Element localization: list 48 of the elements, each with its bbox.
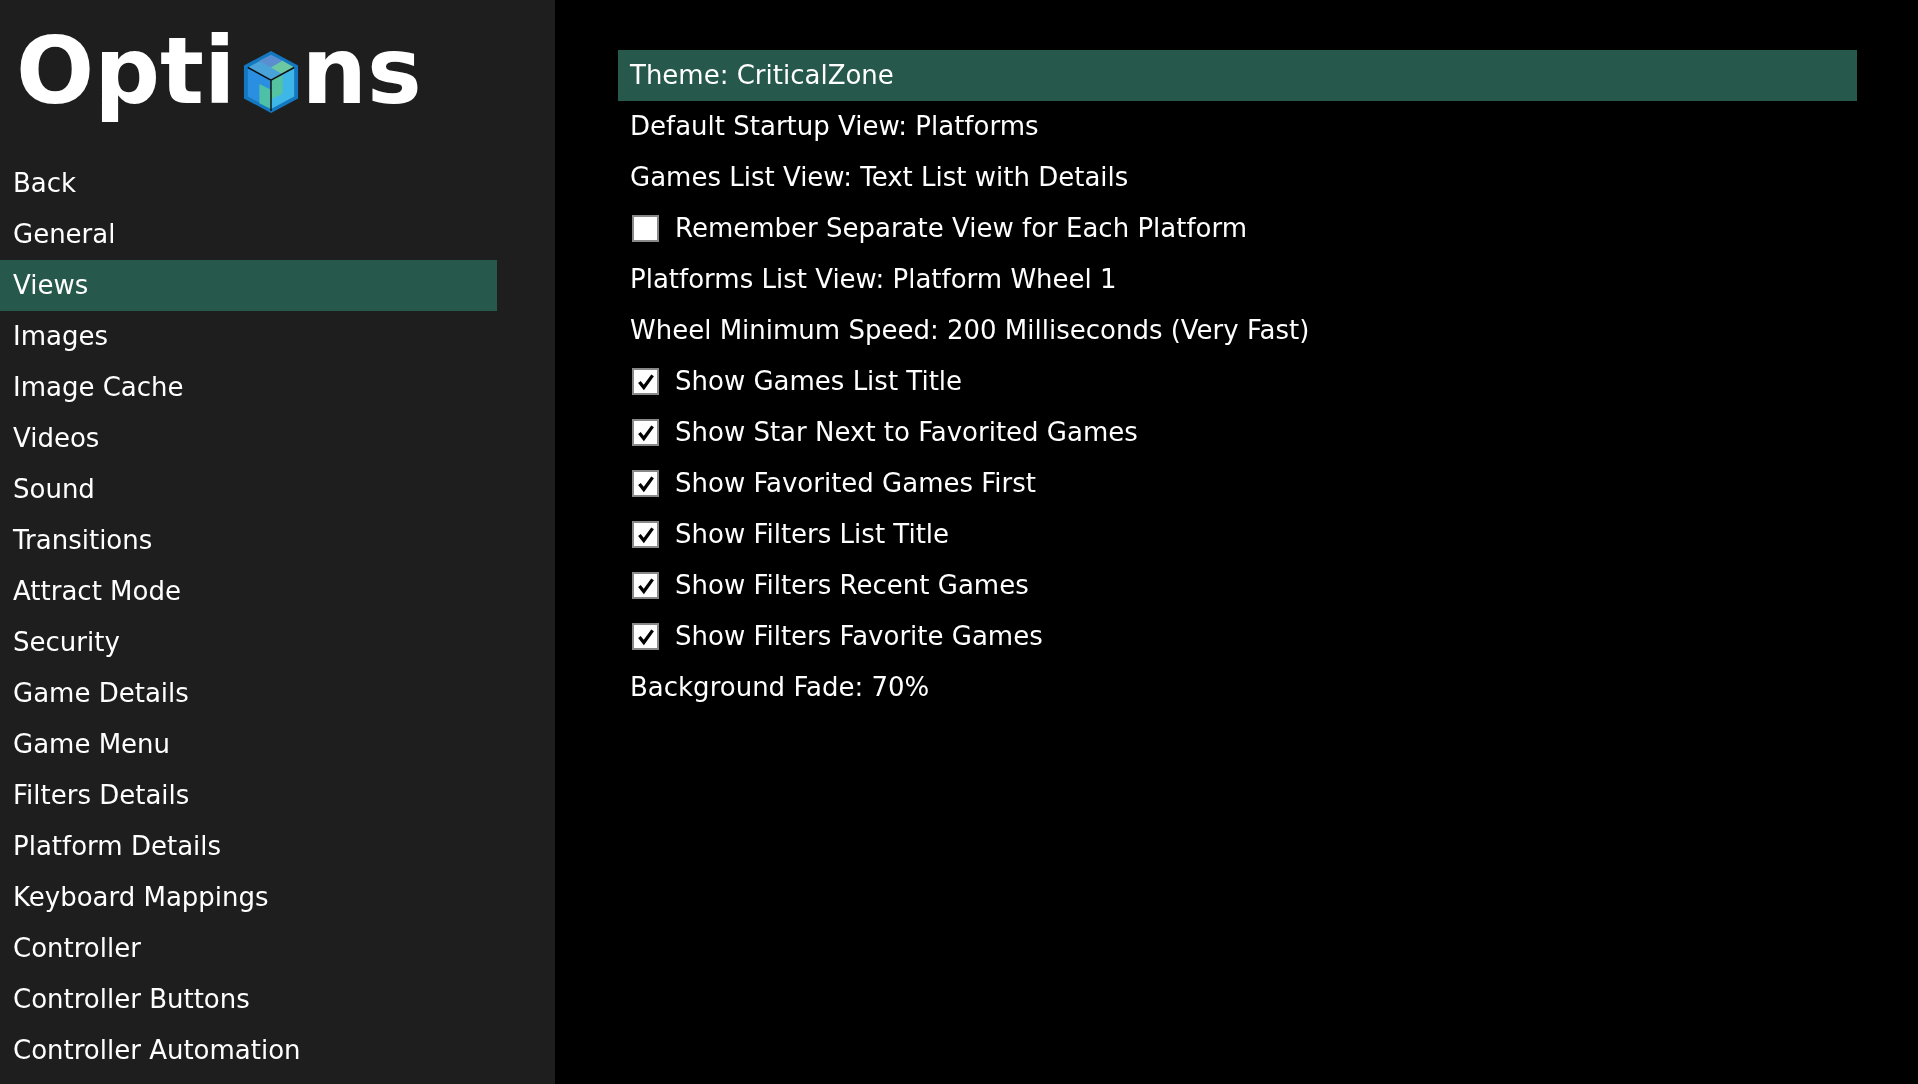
- sidebar-item[interactable]: Filters Details: [0, 770, 497, 821]
- setting-row[interactable]: Remember Separate View for Each Platform: [618, 203, 1857, 254]
- checkbox[interactable]: [632, 215, 659, 242]
- sidebar-item[interactable]: Images: [0, 311, 497, 362]
- sidebar-item[interactable]: Platform Details: [0, 821, 497, 872]
- sidebar-item[interactable]: Views: [0, 260, 497, 311]
- setting-row[interactable]: Show Games List Title: [618, 356, 1857, 407]
- setting-label: Show Filters Favorite Games: [675, 620, 1043, 653]
- logo-title-end: ns: [301, 17, 423, 128]
- sidebar-item[interactable]: Controller Buttons: [0, 974, 497, 1025]
- sidebar-item[interactable]: Keyboard Mappings: [0, 872, 497, 923]
- setting-row[interactable]: Theme: CriticalZone: [618, 50, 1857, 101]
- sidebar-item[interactable]: Controller Automation: [0, 1025, 497, 1076]
- cube-logo-icon: [241, 49, 300, 115]
- sidebar-item[interactable]: Game Details: [0, 668, 497, 719]
- sidebar-item[interactable]: Transitions: [0, 515, 497, 566]
- setting-label: Show Star Next to Favorited Games: [675, 416, 1138, 449]
- checkbox[interactable]: [632, 419, 659, 446]
- setting-row[interactable]: Platforms List View: Platform Wheel 1: [618, 254, 1857, 305]
- setting-label: Show Filters List Title: [675, 518, 950, 551]
- sidebar-item[interactable]: Videos: [0, 413, 497, 464]
- setting-row[interactable]: Show Filters List Title: [618, 509, 1857, 560]
- sidebar-item[interactable]: Attract Mode: [0, 566, 497, 617]
- setting-row[interactable]: Games List View: Text List with Details: [618, 152, 1857, 203]
- setting-label: Show Favorited Games First: [675, 467, 1037, 500]
- sidebar-item[interactable]: Controller: [0, 923, 497, 974]
- setting-row[interactable]: Show Favorited Games First: [618, 458, 1857, 509]
- sidebar-item[interactable]: Security: [0, 617, 497, 668]
- checkbox[interactable]: [632, 368, 659, 395]
- setting-label: Show Filters Recent Games: [675, 569, 1029, 602]
- setting-row[interactable]: Show Filters Favorite Games: [618, 611, 1857, 662]
- setting-label: Show Games List Title: [675, 365, 963, 398]
- sidebar-item[interactable]: Game Menu: [0, 719, 497, 770]
- setting-row[interactable]: Default Startup View: Platforms: [618, 101, 1857, 152]
- logo-title-start: Opti: [16, 17, 237, 128]
- sidebar-item[interactable]: Back: [0, 158, 497, 209]
- setting-row[interactable]: Wheel Minimum Speed: 200 Milliseconds (Very Fast): [618, 305, 1857, 356]
- setting-label: Remember Separate View for Each Platform: [675, 212, 1248, 245]
- sidebar-item[interactable]: General: [0, 209, 497, 260]
- setting-row[interactable]: Show Filters Recent Games: [618, 560, 1857, 611]
- sidebar-item[interactable]: Sound: [0, 464, 497, 515]
- checkbox[interactable]: [632, 521, 659, 548]
- checkbox[interactable]: [632, 623, 659, 650]
- sidebar-item[interactable]: Image Cache: [0, 362, 497, 413]
- setting-row[interactable]: Background Fade: 70%: [618, 662, 1857, 713]
- checkbox[interactable]: [632, 470, 659, 497]
- checkbox[interactable]: [632, 572, 659, 599]
- setting-row[interactable]: Show Star Next to Favorited Games: [618, 407, 1857, 458]
